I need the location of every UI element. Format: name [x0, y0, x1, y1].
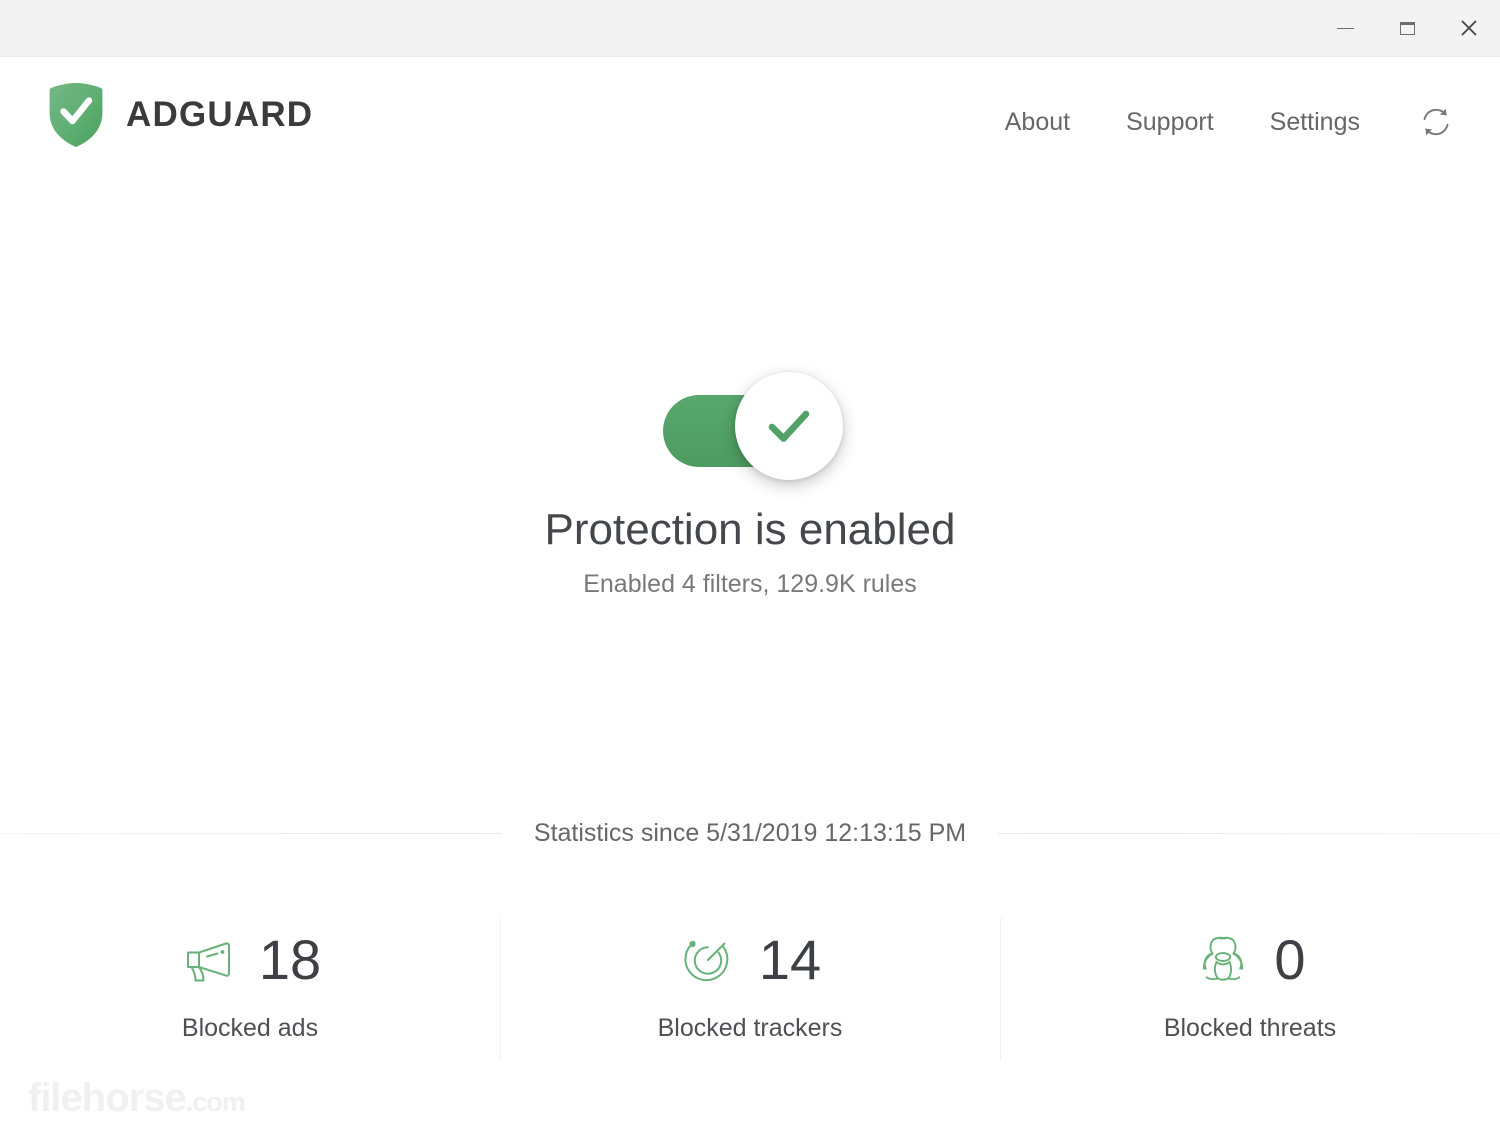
checkmark-icon [768, 410, 810, 442]
refresh-sync-icon [1423, 108, 1449, 136]
watermark-text: filehorse [28, 1076, 187, 1120]
stat-card-blocked-ads[interactable]: 18 Blocked ads [0, 900, 500, 1070]
protection-status-title: Protection is enabled [544, 505, 956, 554]
filehorse-watermark: filehorse.com [28, 1076, 246, 1121]
watermark-suffix: .com [185, 1087, 246, 1117]
protection-status-subtitle: Enabled 4 filters, 129.9K rules [583, 570, 917, 599]
statistics-since-label: Statistics since 5/31/2019 12:13:15 PM [533, 818, 967, 847]
stat-value: 14 [758, 928, 822, 991]
protection-section: Protection is enabled Enabled 4 filters,… [0, 360, 1500, 599]
close-icon [1461, 20, 1477, 36]
close-button[interactable] [1438, 0, 1500, 56]
stat-label: Blocked threats [1163, 1014, 1337, 1042]
maximize-button[interactable] [1376, 0, 1438, 56]
divider-left [0, 832, 502, 834]
radar-tracker-icon [684, 940, 729, 982]
minimize-icon [1336, 27, 1354, 29]
stat-top-row: 0 [1194, 922, 1306, 998]
refresh-button[interactable] [1416, 102, 1456, 142]
stat-value: 0 [1274, 928, 1306, 991]
app-header: ADGUARD About Support Settings [0, 57, 1500, 197]
shield-check-icon [49, 83, 103, 147]
nav-item-about[interactable]: About [1005, 108, 1070, 137]
stat-top-row: 18 [179, 922, 321, 998]
statistics-header: Statistics since 5/31/2019 12:13:15 PM [0, 811, 1500, 855]
nav-item-support[interactable]: Support [1126, 108, 1214, 137]
maximize-icon [1399, 21, 1415, 35]
divider-right [998, 832, 1500, 834]
title-bar [0, 0, 1500, 57]
stat-top-row: 14 [679, 922, 821, 998]
biohazard-icon [1203, 936, 1244, 981]
protection-toggle[interactable] [657, 360, 843, 482]
minimize-button[interactable] [1314, 0, 1376, 56]
stat-card-blocked-threats[interactable]: 0 Blocked threats [1000, 900, 1500, 1070]
stat-card-blocked-trackers[interactable]: 14 Blocked trackers [500, 900, 1000, 1070]
nav-item-settings[interactable]: Settings [1270, 108, 1360, 137]
stat-value: 18 [258, 928, 322, 991]
statistics-cards: 18 Blocked ads 14 Blocked trackers 0 Blo… [0, 900, 1500, 1070]
brand: ADGUARD [48, 82, 313, 148]
main-nav: About Support Settings [1005, 102, 1456, 142]
brand-name: ADGUARD [126, 95, 314, 134]
toggle-knob [735, 372, 843, 480]
stat-label: Blocked trackers [657, 1014, 843, 1042]
megaphone-icon [186, 942, 230, 982]
stat-label: Blocked ads [181, 1014, 319, 1042]
